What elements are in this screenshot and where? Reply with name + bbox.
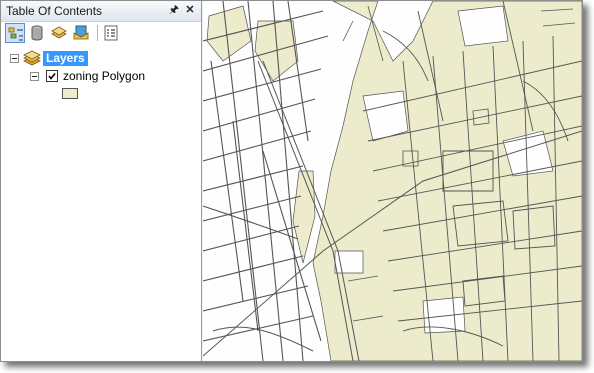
- panel-title: Table Of Contents: [6, 4, 103, 18]
- legend-symbol-swatch[interactable]: [62, 88, 78, 99]
- layer-visibility-checkbox[interactable]: [46, 70, 58, 82]
- layers-icon: [23, 50, 41, 66]
- table-of-contents-panel: Table Of Contents 🖈︎ ✕ Layers zoning Pol…: [1, 1, 202, 361]
- map-display[interactable]: [203, 1, 582, 361]
- layer-tree: Layers zoning Polygon: [1, 47, 201, 347]
- list-by-visibility-button[interactable]: [49, 23, 69, 43]
- toolbar-separator: [97, 25, 98, 41]
- list-by-source-icon: [31, 25, 43, 41]
- list-by-drawing-order-button[interactable]: [5, 23, 25, 43]
- checkmark-icon: [48, 73, 56, 80]
- zoning-map: [203, 1, 582, 361]
- list-by-visibility-icon: [51, 26, 67, 39]
- close-icon[interactable]: ✕: [183, 3, 197, 17]
- arcmap-window: Table Of Contents 🖈︎ ✕ Layers zoning Pol…: [0, 0, 583, 362]
- pin-icon[interactable]: 🖈︎: [167, 3, 181, 17]
- panel-title-bar: Table Of Contents 🖈︎ ✕: [1, 1, 201, 22]
- list-by-source-button[interactable]: [27, 23, 47, 43]
- options-icon: [104, 25, 118, 41]
- list-by-selection-button[interactable]: [71, 23, 91, 43]
- layer-name-zoning-polygon[interactable]: zoning Polygon: [63, 69, 145, 83]
- data-frame-layers-label[interactable]: Layers: [43, 51, 88, 66]
- list-by-drawing-order-icon: [8, 27, 23, 41]
- collapse-layer-icon[interactable]: [30, 72, 39, 81]
- toc-toolbar: [1, 22, 201, 44]
- options-button[interactable]: [101, 23, 121, 43]
- list-by-selection-icon: [73, 25, 89, 40]
- collapse-layers-icon[interactable]: [10, 54, 19, 63]
